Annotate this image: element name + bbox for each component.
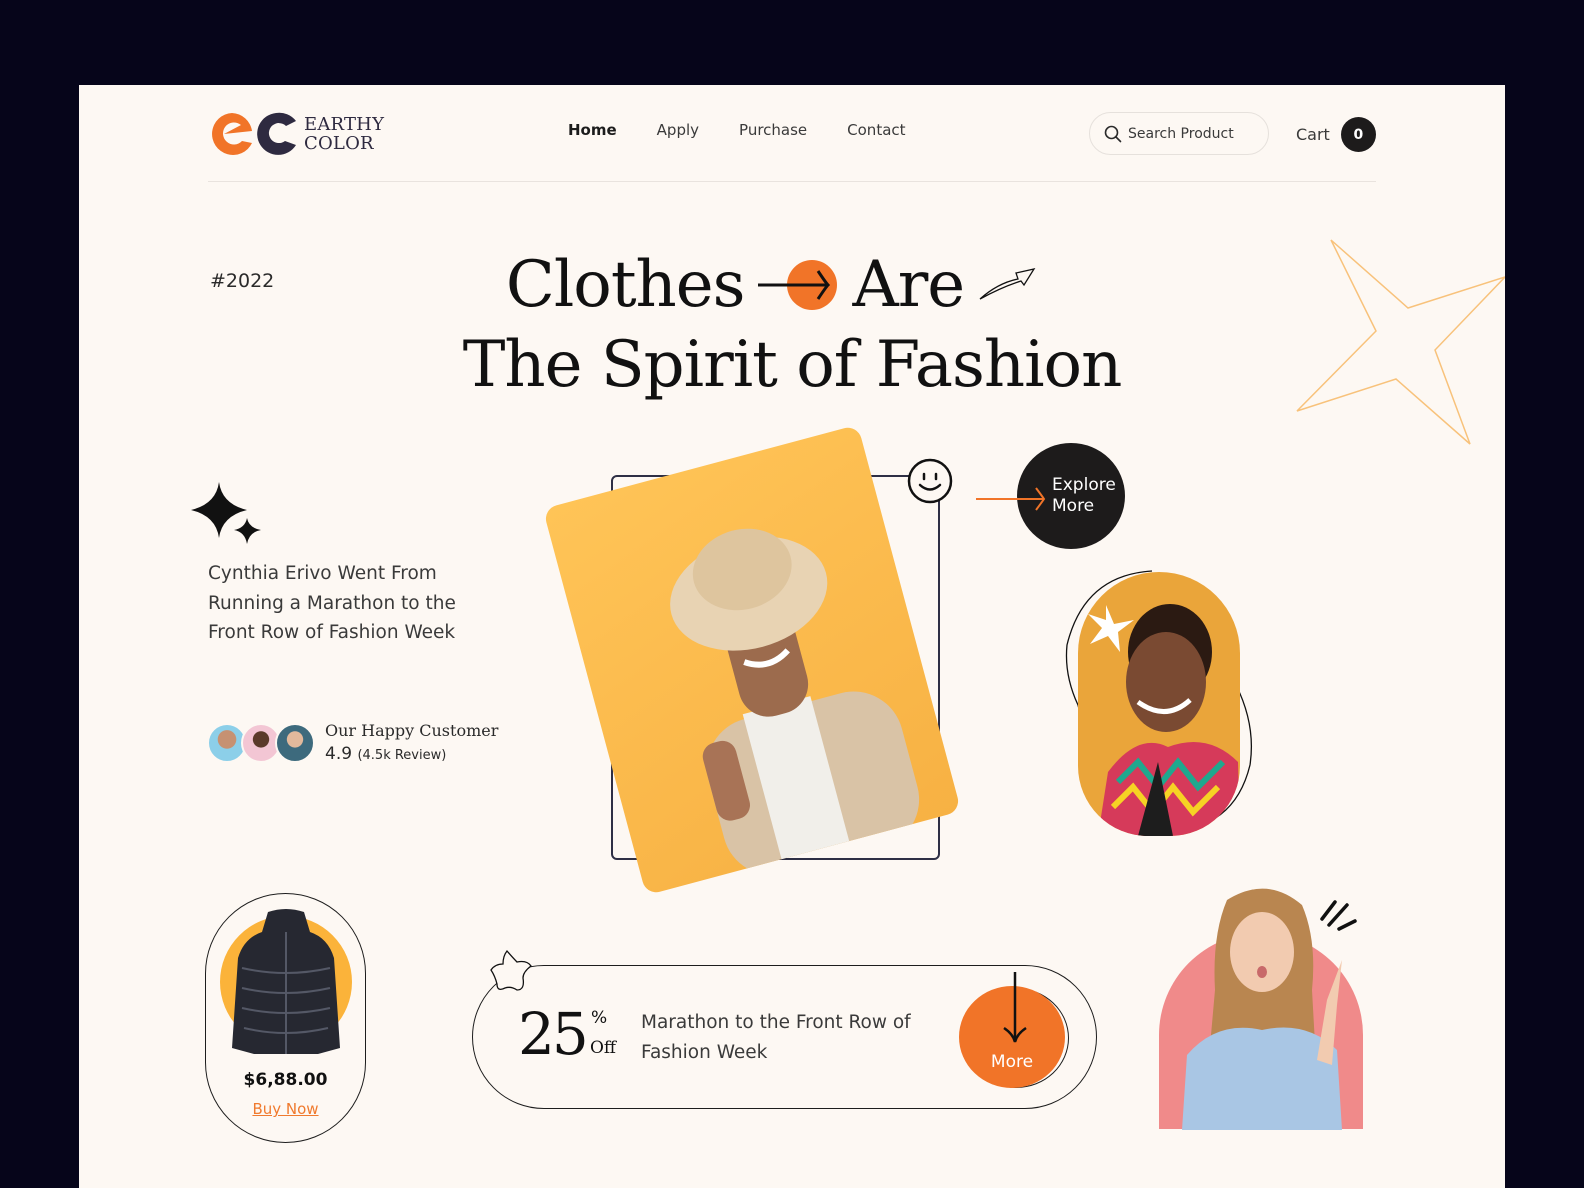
landing-page: EARTHY COLOR Home Apply Purchase Contact…: [79, 85, 1505, 1188]
search-input[interactable]: [1128, 125, 1258, 142]
customer-avatars: [207, 722, 315, 763]
curved-arrow-icon: [979, 268, 1036, 300]
customers-rating: 4.9 (4.5k Review): [325, 744, 498, 764]
search-box[interactable]: [1089, 112, 1269, 155]
nav-apply[interactable]: Apply: [657, 121, 699, 139]
discount-percent: %: [591, 1008, 608, 1028]
product-price: $6,88.00: [243, 1070, 328, 1090]
happy-customers: Our Happy Customer 4.9 (4.5k Review): [207, 721, 498, 764]
more-label: More: [990, 1052, 1034, 1072]
brand-logo[interactable]: EARTHY COLOR: [208, 109, 388, 159]
brand-name-line2: COLOR: [304, 133, 374, 154]
customers-title: Our Happy Customer: [325, 721, 499, 740]
woman-image: [1088, 604, 1240, 836]
cart-button[interactable]: Cart 0: [1296, 117, 1376, 152]
brand-name-line1: EARTHY: [304, 114, 385, 135]
nav-purchase[interactable]: Purchase: [739, 121, 807, 139]
outline-star-icon: [1296, 239, 1505, 445]
promo-text: Marathon to the Front Row of Fashion Wee…: [641, 1012, 911, 1063]
nav-contact[interactable]: Contact: [847, 121, 905, 139]
rating-value: 4.9: [325, 744, 353, 764]
review-count: (4.5k Review): [357, 748, 447, 763]
search-icon: [1104, 125, 1122, 142]
exclamation-lines-icon: [1320, 900, 1357, 931]
woman-portrait-photo: [1078, 572, 1240, 836]
discount-off: Off: [590, 1038, 617, 1058]
explore-label-2: More: [1052, 496, 1095, 516]
headline-word-are: Are: [852, 248, 965, 322]
header-divider: [208, 181, 1376, 182]
headline-word-clothes: Clothes: [505, 248, 746, 322]
promo-banner: 25 % Off Marathon to the Front Row of Fa…: [472, 965, 1097, 1109]
discount-amount: 25: [518, 1000, 589, 1068]
ec-logo-icon: [212, 112, 296, 155]
doodle-star-icon: [490, 949, 532, 991]
cart-count-badge: 0: [1340, 117, 1376, 152]
product-card: $6,88.00 Buy Now: [205, 893, 366, 1143]
nav-home[interactable]: Home: [568, 121, 617, 139]
main-nav: Home Apply Purchase Contact: [568, 121, 906, 139]
hero-headline: Clothes Are The Spirit of Fashion: [79, 245, 1505, 405]
cart-label: Cart: [1296, 125, 1330, 144]
explore-arrow-icon: [976, 487, 1046, 511]
headline-line2: The Spirit of Fashion: [462, 328, 1123, 402]
avatar: [275, 722, 315, 763]
buy-now-link[interactable]: Buy Now: [206, 1100, 365, 1118]
orange-arrow-icon: [758, 260, 838, 310]
puffer-jacket-image: [232, 909, 340, 1054]
sparkle-icon: [191, 482, 261, 544]
story-text: Cynthia Erivo Went From Running a Marath…: [208, 563, 456, 643]
down-arrow-icon: [1003, 972, 1027, 1043]
explore-label-1: Explore: [1052, 475, 1116, 495]
smiley-icon: [907, 458, 953, 504]
